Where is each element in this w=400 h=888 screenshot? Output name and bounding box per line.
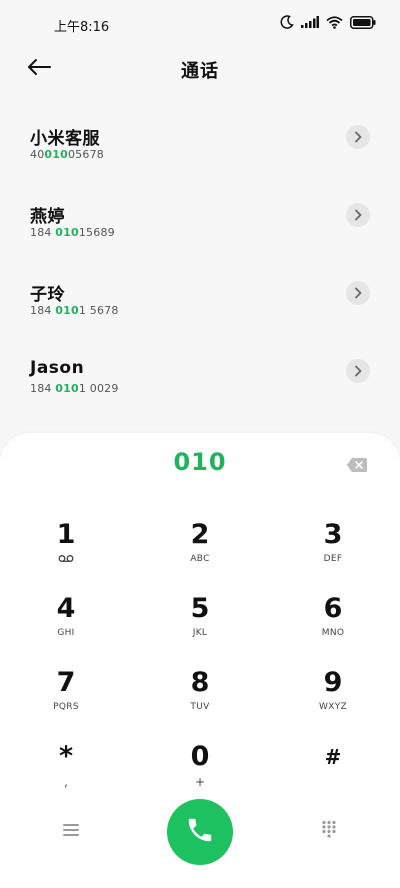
key-digit: 5: [190, 593, 210, 624]
moon-icon: [280, 15, 294, 29]
number-match-highlight: 010: [55, 304, 79, 317]
key-0[interactable]: 0 +: [155, 741, 245, 805]
dialer-bottom-bar: [0, 797, 400, 867]
key-hash[interactable]: #: [288, 741, 378, 805]
key-letters: TUV: [190, 702, 210, 712]
keypad-row: 4 GHI 5 JKL 6 MNO: [0, 593, 400, 667]
contact-detail-button[interactable]: [346, 359, 370, 383]
contact-name: Jason: [30, 358, 85, 378]
contact-name: 燕婷: [30, 207, 65, 227]
key-digit: 4: [56, 593, 76, 624]
dialed-number-display[interactable]: 010: [0, 448, 400, 476]
key-letters: PQRS: [53, 702, 79, 712]
key-4[interactable]: 4 GHI: [21, 593, 111, 657]
contact-item[interactable]: 小米客服 4001005678: [0, 112, 400, 190]
status-icons: [280, 15, 376, 29]
contact-name: 子玲: [30, 285, 65, 305]
key-letters: MNO: [321, 628, 345, 638]
status-bar: 上午8:16: [0, 0, 400, 50]
dialer-panel: 010 1 2 ABC 3 DEF 4 GHI 5 JKL 6 MNO 7 PQ…: [0, 433, 400, 888]
contact-number: 184 01015689: [30, 226, 115, 239]
key-digit: 6: [323, 593, 343, 624]
key-digit: 2: [190, 519, 210, 550]
key-digit: *: [58, 741, 74, 772]
menu-button[interactable]: [58, 819, 84, 843]
key-digit: 7: [56, 667, 76, 698]
contact-number: 184 0101 0029: [30, 382, 119, 395]
contact-item[interactable]: 燕婷 184 01015689: [0, 190, 400, 268]
key-letters: JKL: [192, 628, 208, 638]
key-7[interactable]: 7 PQRS: [21, 667, 111, 731]
contact-item[interactable]: Jason 184 0101 0029: [0, 346, 400, 424]
key-digit: 0: [190, 741, 210, 772]
key-digit: 3: [323, 519, 343, 550]
key-letters: +: [194, 775, 206, 789]
chevron-right-icon: [354, 362, 362, 381]
contact-number: 184 0101 5678: [30, 304, 119, 317]
key-star[interactable]: * ,: [21, 741, 111, 805]
keypad: 1 2 ABC 3 DEF 4 GHI 5 JKL 6 MNO 7 PQRS 8…: [0, 519, 400, 815]
key-digit: #: [324, 745, 342, 769]
signal-icon: [301, 16, 319, 28]
number-match-highlight: 010: [44, 148, 68, 161]
contact-list: 小米客服 4001005678 燕婷 184 01015689 子玲 184 0…: [0, 112, 400, 424]
key-8[interactable]: 8 TUV: [155, 667, 245, 731]
wifi-icon: [326, 15, 343, 29]
key-letters: DEF: [323, 554, 343, 564]
backspace-button[interactable]: [346, 457, 368, 473]
contact-number: 4001005678: [30, 148, 104, 161]
phone-icon: [185, 815, 215, 849]
call-button[interactable]: [167, 799, 233, 865]
keypad-row: 7 PQRS 8 TUV 9 WXYZ: [0, 667, 400, 741]
key-2[interactable]: 2 ABC: [155, 519, 245, 583]
contact-detail-button[interactable]: [346, 125, 370, 149]
key-9[interactable]: 9 WXYZ: [288, 667, 378, 731]
key-1[interactable]: 1: [21, 519, 111, 583]
contact-name: 小米客服: [30, 129, 100, 149]
key-letters: WXYZ: [319, 702, 347, 712]
menu-icon: [63, 822, 79, 841]
voicemail-icon: [21, 554, 111, 566]
key-digit: 9: [323, 667, 343, 698]
key-letters: GHI: [57, 628, 75, 638]
key-5[interactable]: 5 JKL: [155, 593, 245, 657]
dialer-screen: 上午8:16 通话 小米客服 4001005678 燕婷 184 0101568…: [0, 0, 400, 888]
chevron-right-icon: [354, 284, 362, 303]
header: 通话: [0, 50, 400, 90]
key-6[interactable]: 6 MNO: [288, 593, 378, 657]
contact-detail-button[interactable]: [346, 203, 370, 227]
key-letters: ,: [64, 775, 68, 789]
chevron-right-icon: [354, 206, 362, 225]
number-match-highlight: 010: [55, 382, 79, 395]
key-digit: 1: [56, 519, 76, 550]
page-title: 通话: [181, 61, 219, 82]
contact-item[interactable]: 子玲 184 0101 5678: [0, 268, 400, 346]
contact-detail-button[interactable]: [346, 281, 370, 305]
keypad-toggle-button[interactable]: [316, 819, 342, 843]
chevron-right-icon: [354, 128, 362, 147]
keypad-icon: [321, 820, 337, 842]
number-match-highlight: 010: [55, 226, 79, 239]
backspace-icon: [346, 458, 368, 477]
key-3[interactable]: 3 DEF: [288, 519, 378, 583]
key-letters: ABC: [190, 554, 210, 564]
battery-icon: [350, 15, 376, 29]
key-digit: 8: [190, 667, 210, 698]
keypad-row: 1 2 ABC 3 DEF: [0, 519, 400, 593]
status-time: 上午8:16: [54, 20, 110, 35]
